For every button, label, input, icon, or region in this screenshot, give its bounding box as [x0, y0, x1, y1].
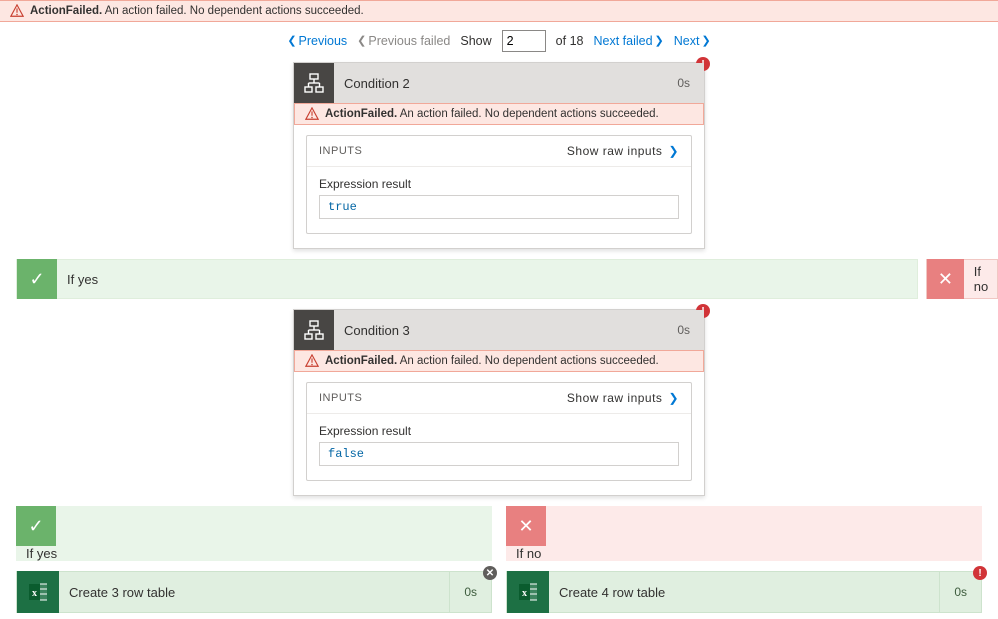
excel-icon: x [507, 571, 549, 613]
condition-3-header[interactable]: Condition 3 0s [294, 310, 704, 350]
chevron-left-icon: ❮ [287, 36, 296, 47]
condition-2-duration: 0s [663, 76, 704, 90]
chevron-right-icon: ❯ [668, 392, 679, 404]
warning-triangle-icon [305, 107, 319, 121]
show-raw-inputs-link[interactable]: Show raw inputs❯ [567, 144, 679, 158]
excel-card-title: Create 4 row table [549, 585, 939, 600]
show-raw-inputs-link[interactable]: Show raw inputs❯ [567, 391, 679, 405]
create-4-row-table-card[interactable]: ! x Create 4 row table 0s [506, 571, 982, 613]
chevron-right-icon: ❯ [655, 36, 664, 47]
close-icon: ✕ [927, 259, 964, 299]
excel-card-title: Create 3 row table [59, 585, 449, 600]
condition-2-error: ActionFailed. An action failed. No depen… [294, 103, 704, 125]
condition-3-title: Condition 3 [334, 323, 663, 338]
branch-if-no-2[interactable]: ✕ If no [506, 506, 982, 561]
condition-icon [294, 63, 334, 103]
top-error-msg: An action failed. No dependent actions s… [105, 5, 364, 17]
warning-triangle-icon [10, 4, 24, 18]
condition-2-header[interactable]: Condition 2 0s [294, 63, 704, 103]
expression-result-value: false [319, 442, 679, 466]
pager-show-label: Show [460, 34, 491, 48]
condition-2-card: ! Condition 2 0s ActionFailed. An action… [293, 62, 705, 249]
branch-if-yes-1[interactable]: ✓ If yes [16, 259, 918, 299]
pager-previous[interactable]: ❮ Previous [287, 34, 347, 48]
excel-icon: x [17, 571, 59, 613]
create-3-row-table-card[interactable]: ✕ x Create 3 row table 0s [16, 571, 492, 613]
pager-next-failed[interactable]: Next failed ❯ [593, 34, 663, 48]
close-icon: ✕ [506, 506, 546, 546]
svg-text:x: x [522, 588, 527, 599]
error-badge-icon: ✕ [483, 566, 497, 580]
svg-text:x: x [32, 588, 37, 599]
chevron-left-icon: ❮ [357, 36, 366, 47]
inputs-label: INPUTS [319, 392, 362, 404]
branch-row-1: ✓ If yes ✕ If no [0, 259, 998, 299]
expression-result-value: true [319, 195, 679, 219]
condition-2-title: Condition 2 [334, 76, 663, 91]
condition-3-inputs: INPUTS Show raw inputs❯ Expression resul… [306, 382, 692, 481]
expression-result-label: Expression result [319, 177, 679, 191]
chevron-right-icon: ❯ [701, 36, 710, 47]
error-badge-icon: ! [973, 566, 987, 580]
warning-triangle-icon [305, 354, 319, 368]
branch-if-no-1[interactable]: ✕ If no [926, 259, 998, 299]
condition-2-inputs: INPUTS Show raw inputs❯ Expression resul… [306, 135, 692, 234]
checkmark-icon: ✓ [16, 506, 56, 546]
condition-3-card: ! Condition 3 0s ActionFailed. An action… [293, 309, 705, 496]
checkmark-icon: ✓ [17, 259, 57, 299]
inputs-label: INPUTS [319, 145, 362, 157]
condition-3-duration: 0s [663, 323, 704, 337]
expression-result-label: Expression result [319, 424, 679, 438]
pager-next[interactable]: Next ❯ [674, 34, 711, 48]
condition-icon [294, 310, 334, 350]
top-error-banner: ActionFailed. An action failed. No depen… [0, 0, 998, 22]
pager-of-total: of 18 [556, 34, 584, 48]
pager: ❮ Previous ❮ Previous failed Show of 18 … [0, 22, 998, 62]
pager-current-input[interactable] [502, 30, 546, 52]
pager-previous-failed[interactable]: ❮ Previous failed [357, 34, 450, 48]
top-error-title: ActionFailed. [30, 5, 102, 17]
branch-if-yes-2[interactable]: ✓ If yes [16, 506, 492, 561]
condition-3-error: ActionFailed. An action failed. No depen… [294, 350, 704, 372]
chevron-right-icon: ❯ [668, 145, 679, 157]
